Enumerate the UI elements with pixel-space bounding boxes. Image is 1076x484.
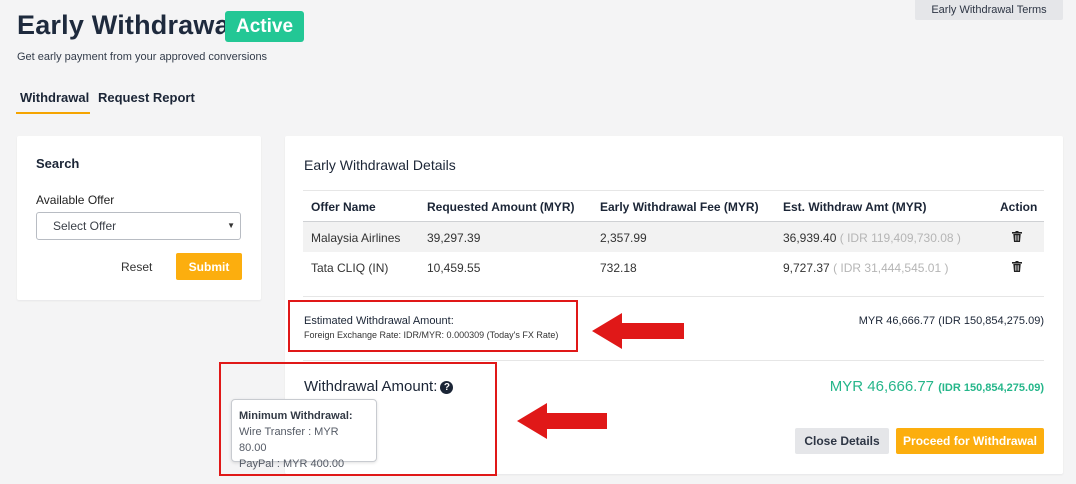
details-title: Early Withdrawal Details: [304, 157, 456, 173]
offer-select-value: Select Offer: [53, 219, 117, 233]
requested-amount-cell: 39,297.39: [427, 231, 481, 245]
annotation-box-withdrawal: [219, 362, 497, 476]
annotation-arrow-left-icon: [592, 313, 684, 349]
active-tab-indicator: [16, 112, 90, 114]
caret-down-icon: ▼: [227, 221, 235, 230]
search-panel: Search Available Offer Select Offer ▼ Re…: [17, 136, 261, 300]
table-header: Offer Name Requested Amount (MYR) Early …: [303, 191, 1044, 221]
page-title: Early Withdrawal: [17, 10, 238, 40]
column-header-offer-name: Offer Name: [311, 200, 376, 214]
page-subtitle: Get early payment from your approved con…: [17, 51, 268, 63]
estimated-withdrawal-value: MYR 46,666.77 (IDR 150,854,275.09): [858, 315, 1044, 327]
est-withdraw-idr: ( IDR 119,409,730.08 ): [839, 231, 961, 245]
annotation-box-estimated: [288, 300, 578, 352]
column-header-action: Action: [1000, 200, 1038, 214]
withdrawal-amount-value: MYR 46,666.77 (IDR 150,854,275.09): [830, 378, 1044, 395]
available-offer-label: Available Offer: [36, 193, 115, 207]
table-row: Malaysia Airlines 39,297.39 2,357.99 36,…: [303, 222, 1044, 252]
offer-name-cell: Tata CLIQ (IN): [311, 261, 389, 275]
est-withdraw-cell: 36,939.40 ( IDR 119,409,730.08 ): [783, 231, 961, 245]
tab-request-report[interactable]: Request Report: [98, 90, 195, 105]
tab-withdrawal[interactable]: Withdrawal: [20, 90, 89, 105]
section-divider: [303, 296, 1044, 297]
submit-button[interactable]: Submit: [176, 253, 242, 280]
offer-select[interactable]: Select Offer ▼: [36, 212, 241, 240]
column-header-fee: Early Withdrawal Fee (MYR): [600, 200, 759, 214]
early-withdrawal-terms-button[interactable]: Early Withdrawal Terms: [915, 0, 1063, 20]
column-header-est-withdraw: Est. Withdraw Amt (MYR): [783, 200, 927, 214]
close-details-button[interactable]: Close Details: [795, 428, 889, 454]
requested-amount-cell: 10,459.55: [427, 261, 481, 275]
reset-button[interactable]: Reset: [121, 260, 152, 274]
annotation-arrow-left-icon: [517, 403, 607, 439]
est-withdraw-idr: ( IDR 31,444,545.01 ): [833, 261, 949, 275]
proceed-for-withdrawal-button[interactable]: Proceed for Withdrawal: [896, 428, 1044, 454]
withdrawal-amount-idr: (IDR 150,854,275.09): [938, 382, 1044, 394]
column-header-requested-amount: Requested Amount (MYR): [427, 200, 575, 214]
trash-icon[interactable]: [1012, 231, 1022, 242]
est-withdraw-cell: 9,727.37 ( IDR 31,444,545.01 ): [783, 261, 948, 275]
est-withdraw-myr: 36,939.40: [783, 231, 837, 245]
fee-cell: 2,357.99: [600, 231, 647, 245]
est-withdraw-myr: 9,727.37: [783, 261, 830, 275]
withdrawal-amount-myr: MYR 46,666.77: [829, 378, 935, 395]
trash-icon[interactable]: [1012, 261, 1022, 272]
status-badge: Active: [225, 11, 304, 42]
withdrawal-table: Offer Name Requested Amount (MYR) Early …: [303, 190, 1044, 282]
fee-cell: 732.18: [600, 261, 637, 275]
search-title: Search: [36, 156, 80, 171]
section-divider: [303, 360, 1044, 361]
offer-name-cell: Malaysia Airlines: [311, 231, 401, 245]
table-row: Tata CLIQ (IN) 10,459.55 732.18 9,727.37…: [303, 252, 1044, 282]
